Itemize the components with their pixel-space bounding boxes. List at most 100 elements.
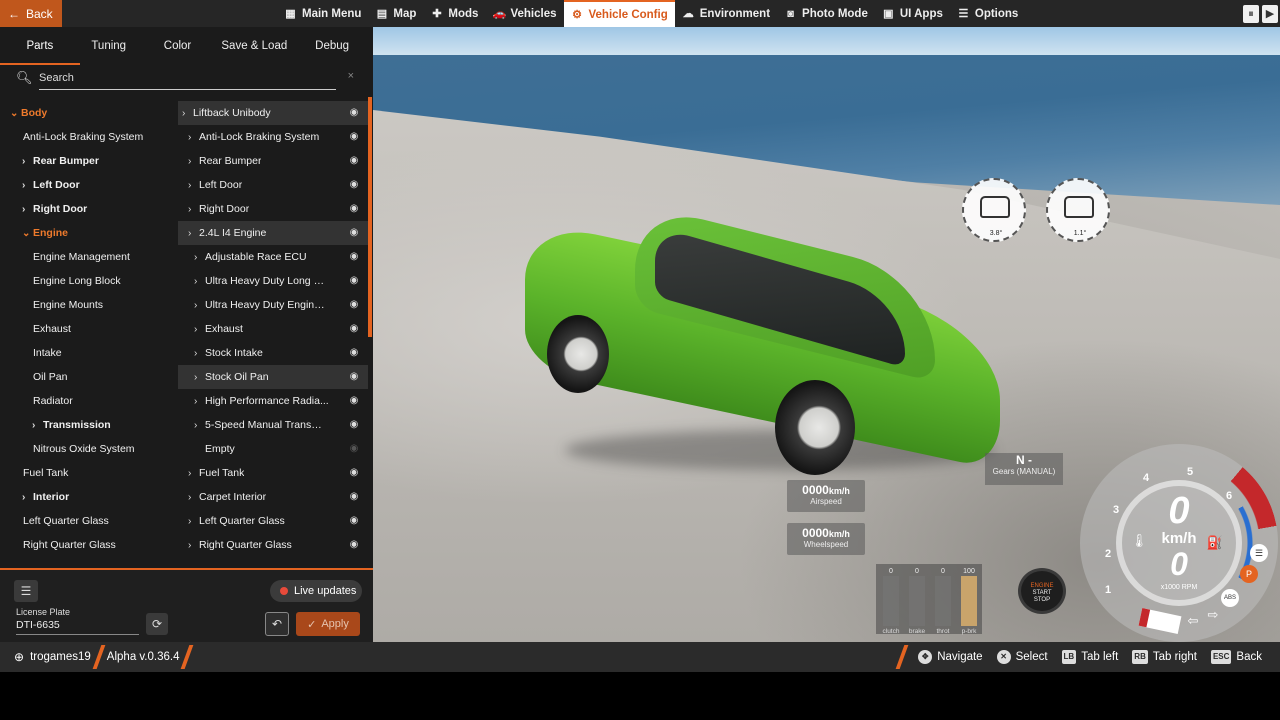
- menu-options[interactable]: ☰ Options: [950, 0, 1025, 27]
- tab-color[interactable]: Color: [138, 27, 218, 65]
- visibility-eye-icon[interactable]: ◉: [348, 539, 360, 551]
- hint-tab-right[interactable]: RB Tab right: [1132, 650, 1197, 664]
- menu-photo-mode[interactable]: ◙ Photo Mode: [777, 0, 875, 27]
- part-row[interactable]: › Right Door ◉: [178, 197, 368, 221]
- part-row[interactable]: › 2.4L I4 Engine ◉: [178, 221, 368, 245]
- visibility-eye-icon[interactable]: ◉: [348, 323, 360, 335]
- hint-navigate[interactable]: ✥ Navigate: [918, 650, 983, 664]
- list-icon[interactable]: ☰: [14, 580, 38, 602]
- apply-button[interactable]: ✓ Apply: [296, 612, 360, 636]
- part-row[interactable]: › Left Quarter Glass ◉: [178, 509, 368, 533]
- tab-save-load[interactable]: Save & Load: [217, 27, 291, 65]
- hint-select[interactable]: ✕ Select: [996, 650, 1048, 664]
- part-row[interactable]: › Liftback Unibody ◉: [178, 101, 368, 125]
- visibility-eye-icon[interactable]: ◉: [348, 203, 360, 215]
- play-icon[interactable]: ▶: [1262, 4, 1278, 23]
- part-row[interactable]: › Fuel Tank ◉: [178, 461, 368, 485]
- visibility-eye-icon[interactable]: ◉: [348, 443, 360, 455]
- slot-row[interactable]: Engine Management: [0, 245, 178, 269]
- slot-row[interactable]: Radiator: [0, 389, 178, 413]
- slot-row[interactable]: Oil Pan: [0, 365, 178, 389]
- gear-readout: N - Gears (MANUAL): [985, 453, 1063, 485]
- clear-search-icon[interactable]: ×: [348, 70, 354, 82]
- turn-left-icon: ⇦: [1187, 613, 1199, 628]
- part-row[interactable]: › Left Door ◉: [178, 173, 368, 197]
- slot-row[interactable]: Engine Mounts: [0, 293, 178, 317]
- visibility-eye-icon[interactable]: ◉: [348, 299, 360, 311]
- menu-main-menu[interactable]: ▦ Main Menu: [277, 0, 368, 27]
- slot-row[interactable]: › Right Door: [0, 197, 178, 221]
- visibility-eye-icon[interactable]: ◉: [348, 371, 360, 383]
- scrollbar[interactable]: [368, 97, 372, 337]
- visibility-eye-icon[interactable]: ◉: [348, 419, 360, 431]
- slot-row[interactable]: ⌄ Body: [0, 101, 178, 125]
- pedal-value: 0: [915, 568, 919, 575]
- undo-button[interactable]: ↶: [265, 612, 289, 636]
- visibility-eye-icon[interactable]: ◉: [348, 491, 360, 503]
- slot-row[interactable]: Right Quarter Glass: [0, 533, 178, 557]
- username: trogames19: [30, 651, 91, 663]
- slot-row[interactable]: ⌄ Engine: [0, 221, 178, 245]
- visibility-eye-icon[interactable]: ◉: [348, 179, 360, 191]
- part-row[interactable]: › Right Quarter Glass ◉: [178, 533, 368, 557]
- wheelspeed-caption: Wheelspeed: [803, 540, 849, 549]
- part-row[interactable]: › 5-Speed Manual Transmi... ◉: [178, 413, 368, 437]
- visibility-eye-icon[interactable]: ◉: [348, 131, 360, 143]
- menu-label: Vehicle Config: [588, 8, 668, 21]
- part-row[interactable]: › Rear Bumper ◉: [178, 149, 368, 173]
- slot-row[interactable]: Nitrous Oxide System: [0, 437, 178, 461]
- part-row[interactable]: › Carpet Interior ◉: [178, 485, 368, 509]
- visibility-eye-icon[interactable]: ◉: [348, 251, 360, 263]
- slot-row[interactable]: › Rear Bumper: [0, 149, 178, 173]
- visibility-eye-icon[interactable]: ◉: [348, 395, 360, 407]
- live-updates-toggle[interactable]: Live updates: [270, 580, 362, 602]
- hint-back[interactable]: ESC Back: [1210, 650, 1262, 664]
- visibility-eye-icon[interactable]: ◉: [348, 275, 360, 287]
- slot-label: Exhaust: [33, 323, 71, 335]
- visibility-eye-icon[interactable]: ◉: [348, 347, 360, 359]
- part-row[interactable]: › Ultra Heavy Duty Engine ... ◉: [178, 293, 368, 317]
- tab-debug[interactable]: Debug: [291, 27, 373, 65]
- part-row[interactable]: › Stock Intake ◉: [178, 341, 368, 365]
- slot-row[interactable]: Fuel Tank: [0, 461, 178, 485]
- slot-row[interactable]: Anti-Lock Braking System: [0, 125, 178, 149]
- part-row[interactable]: › Anti-Lock Braking System ◉: [178, 125, 368, 149]
- hint-tab-left[interactable]: LB Tab left: [1061, 650, 1118, 664]
- part-row[interactable]: › Adjustable Race ECU ◉: [178, 245, 368, 269]
- menu-vehicles[interactable]: 🚗 Vehicles: [485, 0, 563, 27]
- part-row[interactable]: › Ultra Heavy Duty Long B... ◉: [178, 269, 368, 293]
- menu-ui-apps[interactable]: ▣ UI Apps: [875, 0, 950, 27]
- abs-icon: ABS: [1221, 589, 1239, 607]
- menu-map[interactable]: ▤ Map: [368, 0, 423, 27]
- part-row[interactable]: Empty ◉: [178, 437, 368, 461]
- visibility-eye-icon[interactable]: ◉: [348, 107, 360, 119]
- tab-tuning[interactable]: Tuning: [80, 27, 138, 65]
- slot-row[interactable]: Left Quarter Glass: [0, 509, 178, 533]
- tab-parts[interactable]: Parts: [0, 27, 80, 65]
- license-plate-field[interactable]: DTI-6635: [16, 619, 139, 635]
- visibility-eye-icon[interactable]: ◉: [348, 155, 360, 167]
- back-button[interactable]: ← Back: [0, 0, 62, 27]
- part-row[interactable]: › High Performance Radia... ◉: [178, 389, 368, 413]
- slot-row[interactable]: › Transmission: [0, 413, 178, 437]
- part-row[interactable]: › Stock Oil Pan ◉: [178, 365, 368, 389]
- slot-row[interactable]: Intake: [0, 341, 178, 365]
- slot-row[interactable]: › Interior: [0, 485, 178, 509]
- pause-icon[interactable]: ⏸: [1243, 4, 1259, 23]
- menu-environment[interactable]: ☁ Environment: [675, 0, 777, 27]
- part-row[interactable]: › Exhaust ◉: [178, 317, 368, 341]
- visibility-eye-icon[interactable]: ◉: [348, 227, 360, 239]
- menu-mods[interactable]: ✚ Mods: [423, 0, 485, 27]
- visibility-eye-icon[interactable]: ◉: [348, 515, 360, 527]
- slot-row[interactable]: Exhaust: [0, 317, 178, 341]
- slot-row[interactable]: Engine Long Block: [0, 269, 178, 293]
- config-tabs: Parts Tuning Color Save & Load Debug: [0, 27, 373, 65]
- slot-label: Fuel Tank: [23, 467, 69, 479]
- search-input[interactable]: [39, 66, 336, 90]
- randomize-plate-icon[interactable]: ⟳: [146, 613, 168, 635]
- engine-start-stop-button[interactable]: ENGINE START STOP: [1018, 568, 1066, 614]
- slot-row[interactable]: › Left Door: [0, 173, 178, 197]
- car-rear-wheel: [547, 315, 609, 393]
- menu-vehicle-config[interactable]: ⚙ Vehicle Config: [563, 0, 675, 27]
- visibility-eye-icon[interactable]: ◉: [348, 467, 360, 479]
